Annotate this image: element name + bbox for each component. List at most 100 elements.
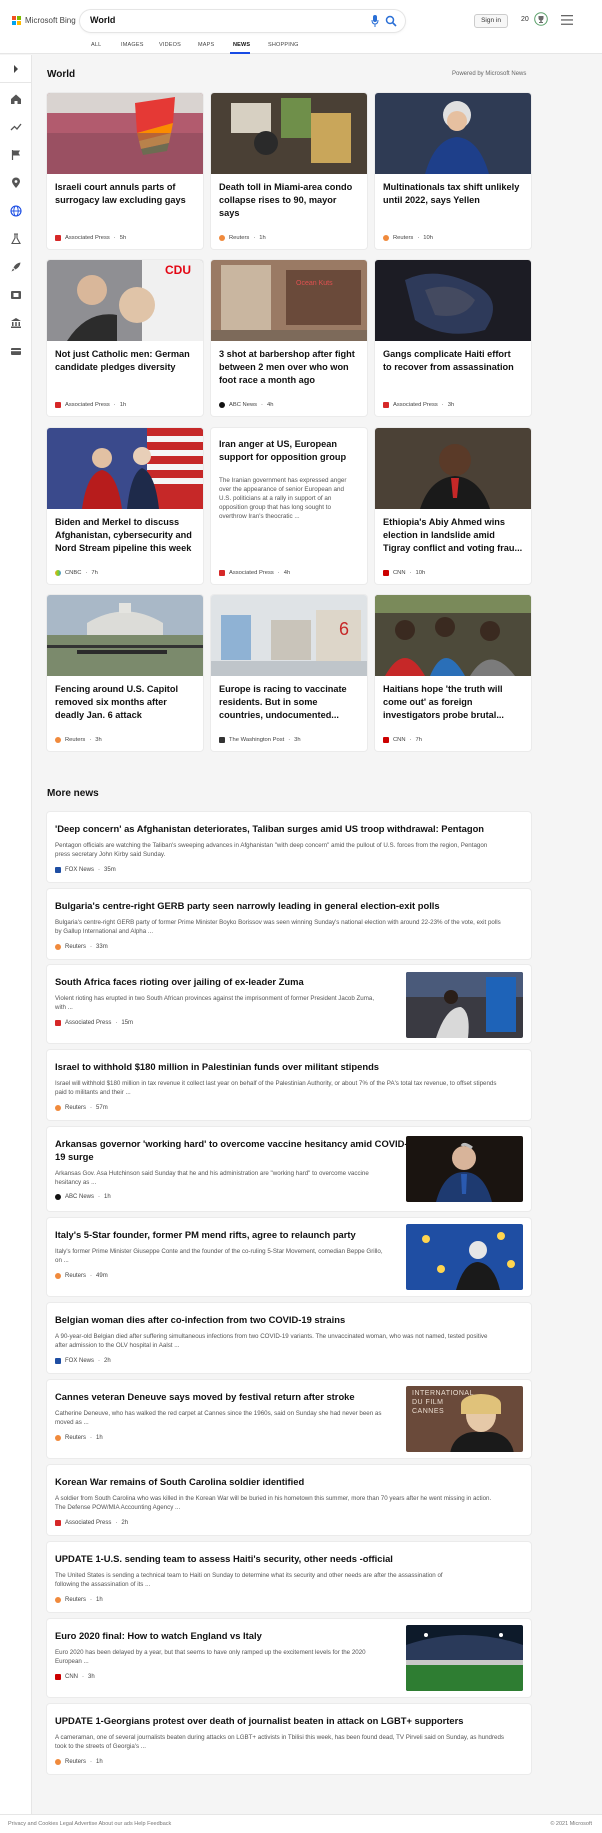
svg-text:6: 6	[339, 619, 349, 639]
news-thumbnail	[406, 972, 523, 1038]
microsoft-logo-icon	[12, 16, 21, 25]
news-card[interactable]: Fencing around U.S. Capitol removed six m…	[47, 595, 203, 751]
science-icon[interactable]	[10, 233, 22, 245]
film-icon[interactable]	[10, 289, 22, 301]
sign-in-button[interactable]: Sign in	[474, 14, 508, 28]
rewards-points[interactable]: 20	[521, 16, 529, 23]
footer-links[interactable]: Privacy and Cookies Legal Advertise Abou…	[8, 1821, 171, 1827]
card-title[interactable]: Iran anger at US, European support for op…	[219, 438, 361, 464]
news-list-item[interactable]: South Africa faces rioting over jailing …	[47, 965, 531, 1043]
card-title[interactable]: Europe is racing to vaccinate residents. …	[219, 683, 361, 722]
news-title[interactable]: Cannes veteran Deneuve says moved by fes…	[55, 1390, 355, 1403]
news-card[interactable]: Ocean Kuts 3 shot at barbershop after fi…	[211, 260, 367, 416]
news-card[interactable]: Haitians hope 'the truth will come out' a…	[375, 595, 531, 751]
tab-all[interactable]: ALL	[91, 41, 101, 54]
news-title[interactable]: UPDATE 1-Georgians protest over death of…	[55, 1714, 463, 1727]
news-title[interactable]: Euro 2020 final: How to watch England vs…	[55, 1629, 262, 1642]
trending-icon[interactable]	[10, 121, 22, 133]
news-source: Reuters · 1h	[55, 1759, 103, 1765]
news-card[interactable]: Gangs complicate Haiti effort to recover …	[375, 260, 531, 416]
news-list-item[interactable]: UPDATE 1-Georgians protest over death of…	[47, 1704, 531, 1774]
news-card[interactable]: Iran anger at US, European support for op…	[211, 428, 367, 584]
news-title[interactable]: Israel to withhold $180 million in Pales…	[55, 1060, 379, 1073]
news-card[interactable]: 6 Europe is racing to vaccinate residents…	[211, 595, 367, 751]
fox-news-logo-icon	[55, 1358, 61, 1364]
card-icon[interactable]	[10, 345, 22, 357]
card-title[interactable]: Gangs complicate Haiti effort to recover …	[383, 348, 525, 374]
card-title[interactable]: Fencing around U.S. Capitol removed six m…	[55, 683, 197, 722]
card-title[interactable]: Israeli court annuls parts of surrogacy l…	[55, 181, 197, 207]
bank-icon[interactable]	[10, 317, 22, 329]
news-list-item[interactable]: Belgian woman dies after co-infection fr…	[47, 1303, 531, 1373]
news-card[interactable]: Death toll in Miami-area condo collapse r…	[211, 93, 367, 249]
news-title[interactable]: Belgian woman dies after co-infection fr…	[55, 1313, 345, 1326]
flag-icon[interactable]	[10, 149, 22, 161]
news-list-item[interactable]: Korean War remains of South Carolina sol…	[47, 1465, 531, 1535]
card-title[interactable]: Death toll in Miami-area condo collapse r…	[219, 181, 361, 220]
tab-videos[interactable]: VIDEOS	[159, 41, 181, 54]
news-thumbnail	[406, 1224, 523, 1290]
news-snippet: Italy's former Prime Minister Giuseppe C…	[55, 1248, 383, 1264]
location-pin-icon[interactable]	[10, 177, 22, 189]
card-source: ABC News · 4h	[219, 402, 273, 408]
card-image: 6	[211, 595, 367, 676]
news-list-item[interactable]: Euro 2020 final: How to watch England vs…	[47, 1619, 531, 1697]
news-title[interactable]: 'Deep concern' as Afghanistan deteriorat…	[55, 822, 484, 835]
news-source: Reuters · 33m	[55, 944, 108, 950]
card-image	[375, 93, 531, 174]
news-title[interactable]: Arkansas governor 'working hard' to over…	[55, 1137, 408, 1163]
news-card[interactable]: Biden and Merkel to discuss Afghanistan, …	[47, 428, 203, 584]
news-title[interactable]: Korean War remains of South Carolina sol…	[55, 1475, 304, 1488]
news-snippet: Pentagon officials are watching the Tali…	[55, 842, 488, 858]
news-source: Associated Press · 2h	[55, 1520, 128, 1526]
card-title[interactable]: Biden and Merkel to discuss Afghanistan, …	[55, 516, 197, 555]
card-source: Associated Press · 5h	[55, 235, 126, 241]
bing-logo[interactable]: Microsoft Bing	[12, 16, 76, 25]
ap-logo-icon	[55, 1020, 61, 1026]
card-title[interactable]: Ethiopia's Abiy Ahmed wins election in la…	[383, 516, 525, 555]
search-box[interactable]: World	[80, 10, 405, 32]
reuters-logo-icon	[55, 1273, 61, 1279]
news-list-item[interactable]: Israel to withhold $180 million in Pales…	[47, 1050, 531, 1120]
news-list-item[interactable]: Cannes veteran Deneuve says moved by fes…	[47, 1380, 531, 1458]
top-header: Microsoft Bing World Sign in 20 ALL IMAG…	[0, 0, 602, 54]
card-source: Associated Press · 1h	[55, 402, 126, 408]
card-title[interactable]: 3 shot at barbershop after fight between …	[219, 348, 361, 387]
news-card[interactable]: CDU Not just Catholic men: German candida…	[47, 260, 203, 416]
rewards-trophy-icon[interactable]	[534, 12, 548, 26]
news-card[interactable]: Israeli court annuls parts of surrogacy l…	[47, 93, 203, 249]
news-source: Associated Press · 15m	[55, 1020, 133, 1026]
news-thumbnail	[406, 1625, 523, 1691]
news-list-item[interactable]: Italy's 5-Star founder, former PM mend r…	[47, 1218, 531, 1296]
home-icon[interactable]	[10, 93, 22, 105]
news-title[interactable]: UPDATE 1-U.S. sending team to assess Hai…	[55, 1552, 393, 1565]
microphone-icon[interactable]	[371, 15, 379, 27]
news-title[interactable]: Italy's 5-Star founder, former PM mend r…	[55, 1228, 356, 1241]
rocket-icon[interactable]	[10, 261, 22, 273]
news-title[interactable]: South Africa faces rioting over jailing …	[55, 975, 304, 988]
card-title[interactable]: Multinationals tax shift unlikely until 2…	[383, 181, 525, 207]
news-list-item[interactable]: Bulgaria's centre-right GERB party seen …	[47, 889, 531, 959]
news-thumbnail: INTERNATIONAL DU FILM CANNES	[406, 1386, 523, 1452]
search-input[interactable]: World	[90, 15, 115, 25]
news-snippet: Arkansas Gov. Asa Hutchinson said Sunday…	[55, 1170, 369, 1186]
section-title: World	[47, 69, 76, 80]
news-card[interactable]: Multinationals tax shift unlikely until 2…	[375, 93, 531, 249]
card-title[interactable]: Haitians hope 'the truth will come out' a…	[383, 683, 525, 722]
card-image	[375, 260, 531, 341]
rail-toggle-button[interactable]	[0, 55, 32, 83]
tab-shopping[interactable]: SHOPPING	[268, 41, 299, 54]
news-list-item[interactable]: Arkansas governor 'working hard' to over…	[47, 1127, 531, 1211]
globe-icon[interactable]	[10, 205, 22, 217]
card-source: CNN · 10h	[383, 570, 425, 576]
tab-images[interactable]: IMAGES	[121, 41, 144, 54]
search-icon[interactable]	[385, 15, 397, 27]
news-card[interactable]: Ethiopia's Abiy Ahmed wins election in la…	[375, 428, 531, 584]
news-list-item[interactable]: UPDATE 1-U.S. sending team to assess Hai…	[47, 1542, 531, 1612]
hamburger-menu-icon[interactable]	[561, 15, 573, 25]
card-title[interactable]: Not just Catholic men: German candidate p…	[55, 348, 197, 374]
news-title[interactable]: Bulgaria's centre-right GERB party seen …	[55, 899, 440, 912]
tab-maps[interactable]: MAPS	[198, 41, 214, 54]
news-list-item[interactable]: 'Deep concern' as Afghanistan deteriorat…	[47, 812, 531, 882]
reuters-logo-icon	[383, 235, 389, 241]
